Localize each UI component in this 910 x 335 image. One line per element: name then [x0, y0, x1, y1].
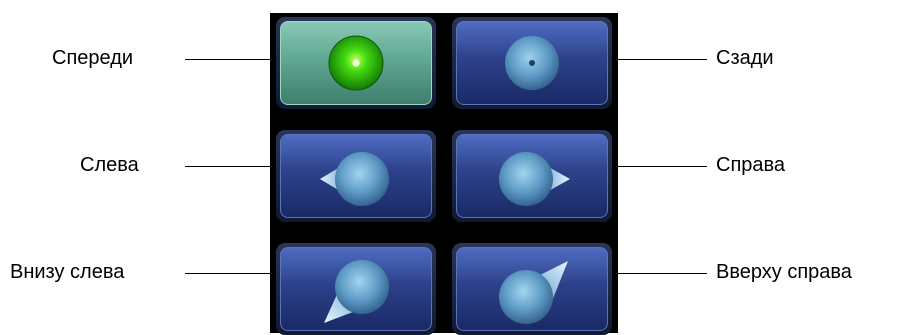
leader-line-top-right	[612, 273, 707, 274]
leader-line-right	[612, 166, 707, 167]
label-front: Спереди	[52, 47, 134, 69]
leader-line-left	[185, 166, 276, 167]
back-light-icon	[505, 36, 559, 90]
bottom-left-button[interactable]	[276, 243, 436, 335]
label-bottom-left: Внизу слева	[10, 261, 125, 283]
top-right-button[interactable]	[452, 243, 612, 335]
light-direction-panel	[270, 13, 618, 335]
front-button[interactable]	[276, 17, 436, 109]
leader-line-front	[185, 59, 276, 60]
leader-line-back	[612, 59, 707, 60]
left-light-icon	[320, 152, 389, 206]
label-right: Справа	[716, 154, 786, 176]
right-button[interactable]	[452, 130, 612, 222]
label-top-right: Вверху справа	[716, 261, 852, 283]
back-button[interactable]	[452, 17, 612, 109]
left-button[interactable]	[276, 130, 436, 222]
label-left: Слева	[80, 154, 139, 176]
label-back: Сзади	[716, 47, 774, 69]
leader-line-bottom-left	[185, 273, 276, 274]
top-right-light-icon	[499, 261, 568, 324]
front-light-icon	[328, 35, 384, 91]
bottom-left-light-icon	[324, 260, 389, 323]
right-light-icon	[499, 152, 570, 206]
